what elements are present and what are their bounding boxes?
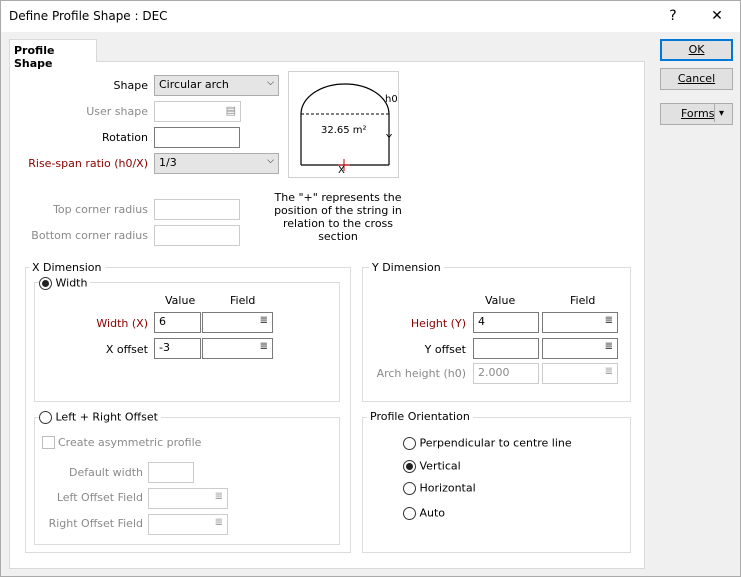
forms-divider <box>714 104 715 122</box>
y-value-header: Value <box>485 294 516 307</box>
arch-height-label: Arch height (h0) <box>376 367 466 380</box>
left-right-radio-label: Left + Right Offset <box>55 410 158 424</box>
forms-button-label: Forms <box>681 107 715 120</box>
y-offset-label: Y offset <box>424 343 466 356</box>
rise-span-label: Rise-span ratio (h0/X) <box>28 157 148 170</box>
cancel-button[interactable]: Cancel <box>660 68 733 90</box>
bottom-corner-input <box>154 225 240 246</box>
cancel-button-label: Cancel <box>677 72 716 85</box>
field-list-icon: ≣ <box>214 491 223 502</box>
asymmetric-checkbox <box>42 436 55 449</box>
bottom-corner-label: Bottom corner radius <box>31 229 148 242</box>
vertical-label: Vertical <box>419 459 461 473</box>
profile-diagram: 32.65 m² h0 Y X <box>288 71 399 178</box>
y-label: Y <box>386 133 393 144</box>
shape-select[interactable]: Circular arch ⌵ <box>154 75 279 96</box>
field-list-icon: ≣ <box>259 315 268 326</box>
auto-label: Auto <box>419 506 446 520</box>
orientation-option-perpendicular[interactable]: Perpendicular to centre line <box>403 436 572 450</box>
browse-icon: ▤ <box>225 104 236 117</box>
perpendicular-label: Perpendicular to centre line <box>419 436 572 450</box>
field-list-icon: ≣ <box>214 517 223 528</box>
ok-button-label: OK <box>688 43 705 56</box>
arch-curve <box>300 83 390 115</box>
close-icon[interactable]: ✕ <box>700 4 734 29</box>
width-radio[interactable] <box>39 276 52 290</box>
y-field-header: Field <box>570 294 596 307</box>
note-line-3: relation to the cross section <box>282 217 394 243</box>
user-shape-input: ▤ <box>154 101 241 122</box>
x-offset-label: X offset <box>105 343 148 356</box>
left-right-radio[interactable] <box>39 410 52 424</box>
note-line-1: The "+" represents the <box>274 191 402 204</box>
field-list-icon: ≣ <box>604 315 613 326</box>
shape-label: Shape <box>113 79 148 92</box>
width-field-select[interactable]: ≣ <box>202 312 273 333</box>
string-position-note: The "+" represents the position of the s… <box>263 191 413 243</box>
default-width-input <box>148 462 194 483</box>
vertical-radio[interactable] <box>403 459 416 473</box>
width-input[interactable]: 6 <box>154 312 201 333</box>
width-radio-wrap[interactable]: Width <box>39 276 91 290</box>
orientation-option-vertical[interactable]: Vertical <box>403 459 461 473</box>
height-input[interactable]: 4 <box>473 312 539 333</box>
width-label: Width (X) <box>96 317 148 330</box>
forms-button[interactable]: Forms ▾ <box>660 103 733 125</box>
left-offset-field-select: ≣ <box>148 488 228 509</box>
height-field-select[interactable]: ≣ <box>542 312 618 333</box>
rise-span-value: 1/3 <box>159 156 177 169</box>
dialog-title: Define Profile Shape : DEC <box>9 9 168 23</box>
orientation-legend: Profile Orientation <box>367 410 473 423</box>
y-dimension-legend: Y Dimension <box>369 261 444 274</box>
help-icon[interactable]: ? <box>656 4 690 29</box>
arch-height-input: 2.000 <box>473 363 539 384</box>
asymmetric-label: Create asymmetric profile <box>58 436 202 449</box>
shape-select-value: Circular arch <box>159 78 229 91</box>
orientation-option-horizontal[interactable]: Horizontal <box>403 481 476 495</box>
area-label: 32.65 m² <box>321 125 367 136</box>
default-width-label: Default width <box>68 466 143 479</box>
field-list-icon: ≣ <box>604 341 613 352</box>
title-bar: Define Profile Shape : DEC ? ✕ <box>1 1 740 32</box>
x-dimension-legend: X Dimension <box>29 261 105 274</box>
x-offset-field-select[interactable]: ≣ <box>202 338 273 359</box>
perpendicular-radio[interactable] <box>403 436 416 450</box>
field-list-icon: ≣ <box>604 366 613 377</box>
h0-label: h0 <box>385 94 398 105</box>
right-offset-label: Right Offset Field <box>48 517 143 530</box>
left-offset-label: Left Offset Field <box>56 491 143 504</box>
width-radio-label: Width <box>55 276 88 290</box>
horizontal-radio[interactable] <box>403 481 416 495</box>
orientation-option-auto[interactable]: Auto <box>403 506 445 520</box>
y-offset-field-select[interactable]: ≣ <box>542 338 618 359</box>
ok-button[interactable]: OK <box>660 39 733 61</box>
note-line-2: position of the string in <box>274 204 402 217</box>
arch-height-field-select: ≣ <box>542 363 618 384</box>
top-corner-label: Top corner radius <box>53 203 148 216</box>
x-value-header: Value <box>165 294 196 307</box>
horizontal-label: Horizontal <box>419 481 476 495</box>
chevron-down-icon: ⌵ <box>267 156 274 166</box>
tab-profile-shape[interactable]: Profile Shape <box>9 39 97 70</box>
x-offset-input[interactable]: -3 <box>154 338 201 359</box>
top-corner-input <box>154 199 240 220</box>
forms-dropdown-icon[interactable]: ▾ <box>719 104 724 124</box>
dialog-window: Define Profile Shape : DEC ? ✕ Profile S… <box>0 0 741 577</box>
user-shape-label: User shape <box>86 105 148 118</box>
y-offset-input[interactable] <box>473 338 539 359</box>
rotation-input[interactable] <box>154 127 240 148</box>
x-label: X <box>338 165 345 176</box>
height-label: Height (Y) <box>410 317 466 330</box>
field-list-icon: ≣ <box>259 341 268 352</box>
chevron-down-icon: ⌵ <box>267 78 274 88</box>
auto-radio[interactable] <box>403 506 416 520</box>
right-offset-field-select: ≣ <box>148 514 228 535</box>
left-right-radio-wrap[interactable]: Left + Right Offset <box>39 410 161 424</box>
rise-span-select[interactable]: 1/3 ⌵ <box>154 153 279 174</box>
x-field-header: Field <box>230 294 256 307</box>
rotation-label: Rotation <box>101 131 148 144</box>
